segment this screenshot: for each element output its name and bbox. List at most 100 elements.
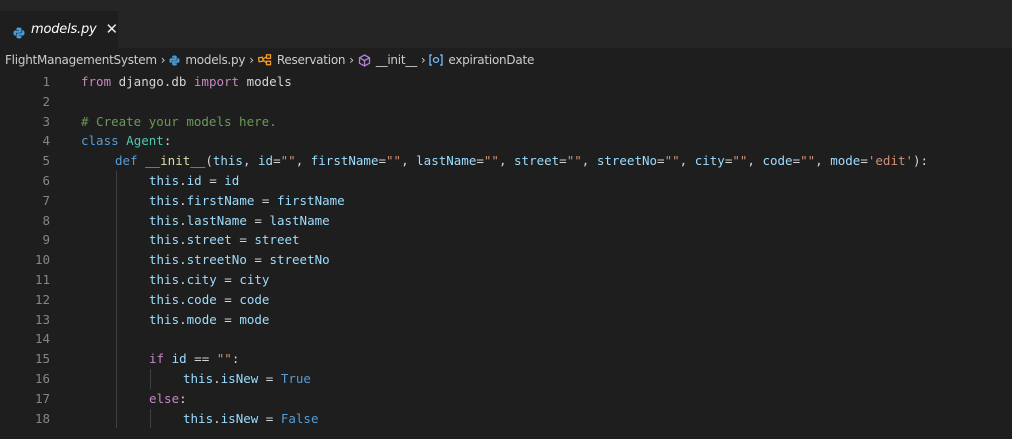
code-token: = [476,153,484,169]
python-file-icon [13,24,25,38]
code-token: True [280,370,311,386]
code-token: street [514,153,560,169]
code-token: this [149,291,180,307]
code-token: = [273,153,281,169]
class-icon [257,54,272,66]
code-text: this.streetNo = streetNo [149,250,330,270]
line-number: 7 [42,192,50,208]
code-token: street [186,232,232,248]
code-token: . [179,212,187,228]
code-line[interactable]: 13 this.mode = mode [0,309,1012,330]
breadcrumb-item-file[interactable]: models.py [169,53,246,67]
breadcrumb: FlightManagementSystem › models.py › Res… [0,48,1012,72]
code-token: . [179,232,187,248]
code-token: isNew [220,410,259,426]
breadcrumb-item-method[interactable]: __init__ [358,53,417,67]
code-token: code [186,291,217,307]
code-token: . [179,172,187,188]
code-token: : [231,351,240,367]
code-token: lastName [269,212,330,228]
line-number: 11 [34,271,50,287]
code-line[interactable]: 8 this.lastName = lastName [0,210,1012,231]
code-line[interactable]: 1 from django.db import models [0,72,1012,92]
code-token: = [216,271,240,287]
code-token: = [246,252,270,268]
breadcrumb-separator: › [349,53,354,67]
indent-guide [150,368,151,389]
code-token: else [149,390,180,406]
breadcrumb-label: __init__ [375,53,417,67]
tab-bar: models.py ✕ [0,0,1012,48]
code-line[interactable]: 12 this.code = code [0,289,1012,310]
code-text: this.lastName = lastName [149,211,330,231]
code-token: , [815,153,831,169]
code-token: = [246,212,270,228]
breadcrumb-separator: › [160,53,166,67]
code-text: this.isNew = True [183,369,311,389]
code-line[interactable]: 4 class Agent: [0,131,1012,151]
code-token: = [860,153,868,169]
code-line[interactable]: 5 def __init__(this, id="", firstName="",… [0,151,1012,171]
code-token: if [149,351,165,367]
code-token: ( [205,153,213,169]
indent-guide [116,210,117,231]
code-token: . [179,271,187,287]
code-line[interactable]: 15 if id == "": [0,349,1012,369]
code-token: firstName [186,192,255,208]
code-line[interactable]: 3 # Create your models here. [0,112,1012,132]
code-token: "" [280,153,296,169]
line-number: 4 [42,133,50,149]
indent-guide [116,170,117,191]
code-token: import [193,74,240,89]
code-token: . [179,291,187,307]
code-line[interactable]: 10 this.streetNo = streetNo [0,250,1012,270]
breadcrumb-item-field[interactable]: expirationDate [429,53,534,67]
line-number: 15 [34,351,50,367]
line-number: 2 [42,93,50,109]
code-line[interactable]: 11 this.city = city [0,269,1012,290]
code-token: id [171,351,187,367]
line-number: 10 [34,252,50,268]
code-token: id [186,172,202,188]
code-token: , [581,153,597,169]
code-token: "" [566,153,582,169]
close-icon[interactable]: ✕ [106,22,119,37]
code-token: this [149,252,180,268]
code-token: street [254,232,300,248]
indent-guide [116,329,117,350]
code-token: "" [800,153,816,169]
code-line[interactable]: 9 this.street = street [0,230,1012,251]
code-token: this [149,192,180,208]
code-token: streetNo [269,252,330,268]
code-token: "" [483,153,499,169]
code-lines[interactable]: 1 from django.db import models 2 3 # Create … [0,72,1012,429]
breadcrumb-item-folder[interactable]: FlightManagementSystem [5,53,157,67]
code-token: code [239,291,270,307]
code-token: models [239,74,292,89]
breadcrumb-item-class[interactable]: Reservation [257,53,346,67]
code-line[interactable]: 2 [0,92,1012,112]
code-token: = [258,370,281,386]
code-line[interactable]: 16 this.isNew = True [0,368,1012,389]
code-text: else: [149,389,187,409]
field-icon [429,54,444,66]
code-token: this [149,232,180,248]
indent-guide [116,349,117,369]
tab-models-py[interactable]: models.py ✕ [0,11,118,48]
code-line[interactable]: 14 [0,329,1012,350]
indent-guide [116,230,117,251]
code-text: this.city = city [149,270,269,290]
code-line[interactable]: 17 else: [0,388,1012,409]
line-number: 5 [42,153,50,169]
code-token: , [747,153,763,169]
code-text: class Agent: [81,131,171,151]
code-line[interactable]: 7 this.firstName = firstName [0,190,1012,211]
code-token: mode [186,311,217,327]
line-number: 12 [34,291,50,307]
code-line[interactable]: 6 this.id = id [0,170,1012,191]
code-line[interactable]: 18 this.isNew = False [0,408,1012,429]
code-text: this.isNew = False [183,409,319,429]
code-editor[interactable]: models.py ✕ FlightManagementSystem › mod… [0,0,1012,439]
code-token: "" [386,153,402,169]
